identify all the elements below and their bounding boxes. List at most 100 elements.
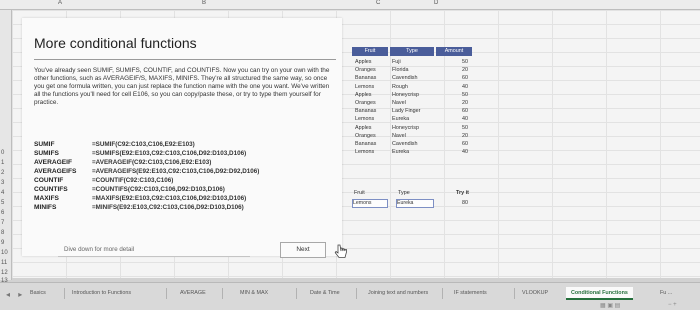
row-number[interactable]: 2 bbox=[1, 170, 11, 176]
tab-vlookup[interactable]: VLOOKUP bbox=[522, 287, 548, 300]
tab-separator bbox=[514, 288, 515, 299]
table-cell-fruit[interactable]: Oranges bbox=[355, 99, 376, 107]
tab-date-time[interactable]: Date & Time bbox=[310, 287, 340, 300]
table-header-type[interactable]: Type bbox=[390, 47, 434, 56]
table-cell-fruit[interactable]: Oranges bbox=[355, 66, 376, 74]
table-row: Oranges Florida 20 bbox=[352, 66, 472, 74]
function-formula[interactable]: =SUMIF(C92:C103,C106,E92:E103) bbox=[92, 140, 195, 149]
function-formula[interactable]: =MAXIFS(E92:E103,C92:C103,C106,D92:D103,… bbox=[92, 194, 246, 203]
tab-if-statements[interactable]: IF statements bbox=[454, 287, 487, 300]
table-cell-type[interactable]: Rough bbox=[392, 83, 408, 91]
function-name: COUNTIFS bbox=[34, 186, 68, 193]
table-cell-fruit[interactable]: Lemons bbox=[355, 83, 374, 91]
table-row: Oranges Navel 20 bbox=[352, 132, 472, 140]
row-number[interactable]: 0 bbox=[1, 150, 11, 156]
function-name: AVERAGEIF bbox=[34, 159, 72, 166]
table-cell-amount[interactable]: 20 bbox=[462, 99, 468, 107]
tab-conditional-functions[interactable]: Conditional Functions bbox=[566, 287, 633, 300]
function-formula[interactable]: =SUMIFS(E92:E103,C92:C103,C106,D92:D103,… bbox=[92, 149, 246, 158]
view-mode-icons[interactable]: ▦ ▣ ▤ bbox=[600, 302, 620, 310]
table-cell-amount[interactable]: 60 bbox=[462, 74, 468, 82]
row-number[interactable]: 8 bbox=[1, 230, 11, 236]
row-number[interactable]: 7 bbox=[1, 220, 11, 226]
table-cell-type[interactable]: Navel bbox=[392, 99, 406, 107]
tab-joining-text-and-numbers[interactable]: Joining text and numbers bbox=[368, 287, 428, 300]
table-header-fruit[interactable]: Fruit bbox=[352, 47, 388, 56]
function-formula[interactable]: =AVERAGEIF(C92:C103,C106,E92:E103) bbox=[92, 158, 211, 167]
row-number[interactable]: 4 bbox=[1, 190, 11, 196]
tab-basics[interactable]: Basics bbox=[30, 287, 46, 300]
table-cell-type[interactable]: Fuji bbox=[392, 58, 401, 66]
tab-separator bbox=[296, 288, 297, 299]
tab-separator bbox=[222, 288, 223, 299]
row-number[interactable]: 9 bbox=[1, 240, 11, 246]
table-cell-fruit[interactable]: Apples bbox=[355, 91, 371, 99]
row-number[interactable]: 1 bbox=[1, 160, 11, 166]
table-row: Bananas Cavendish 60 bbox=[352, 140, 472, 148]
tab-separator bbox=[64, 288, 65, 299]
table-cell-amount[interactable]: 20 bbox=[462, 132, 468, 140]
table-cell-fruit[interactable]: Bananas bbox=[355, 140, 376, 148]
next-button[interactable]: Next bbox=[280, 242, 326, 258]
row-number[interactable]: 10 bbox=[1, 250, 11, 256]
row-number[interactable]: 5 bbox=[1, 200, 11, 206]
function-formula[interactable]: =COUNTIF(C92:C103,C106) bbox=[92, 176, 173, 185]
table-cell-type[interactable]: Cavendish bbox=[392, 74, 417, 82]
row-number[interactable]: 12 bbox=[1, 270, 11, 276]
table-cell-amount[interactable]: 40 bbox=[462, 148, 468, 156]
sheet-tab-bar: ◂ ▸ Basics Introduction to Functions AVE… bbox=[0, 282, 700, 310]
column-header-strip: A B C D bbox=[0, 0, 700, 10]
table-cell-amount[interactable]: 20 bbox=[462, 66, 468, 74]
table-cell-type[interactable]: Eureka bbox=[392, 148, 409, 156]
table-cell-fruit[interactable]: Bananas bbox=[355, 107, 376, 115]
table-cell-amount[interactable]: 40 bbox=[462, 115, 468, 123]
dive-down-tip: Dive down for more detail bbox=[64, 246, 135, 253]
table-cell-fruit[interactable]: Apples bbox=[355, 124, 371, 132]
tab-min-max[interactable]: MIN & MAX bbox=[240, 287, 268, 300]
table-cell-amount[interactable]: 50 bbox=[462, 124, 468, 132]
table-cell-amount[interactable]: 40 bbox=[462, 83, 468, 91]
function-formula[interactable]: =MINIFS(E92:E103,C92:C103,C106,D92:D103,… bbox=[92, 203, 244, 212]
function-formula[interactable]: =AVERAGEIFS(E92:E103,C92:C103,C106,D92:D… bbox=[92, 167, 259, 176]
function-name: AVERAGEIFS bbox=[34, 168, 77, 175]
column-header-d[interactable]: D bbox=[434, 0, 438, 6]
table-cell-fruit[interactable]: Oranges bbox=[355, 132, 376, 140]
column-header-c[interactable]: C bbox=[376, 0, 380, 6]
zoom-icons[interactable]: − + bbox=[668, 302, 677, 310]
tab-fu[interactable]: Fu ... bbox=[660, 287, 672, 300]
table-row: Apples Honeycrisp 50 bbox=[352, 124, 472, 132]
table-cell-type[interactable]: Cavendish bbox=[392, 140, 417, 148]
row-number[interactable]: 6 bbox=[1, 210, 11, 216]
tab-separator bbox=[356, 288, 357, 299]
row-number[interactable]: 3 bbox=[1, 180, 11, 186]
table-cell-fruit[interactable]: Apples bbox=[355, 58, 371, 66]
sheet-nav-arrows-icon[interactable]: ◂ ▸ bbox=[6, 290, 25, 299]
table-cell-amount[interactable]: 50 bbox=[462, 91, 468, 99]
tab-introduction-to-functions[interactable]: Introduction to Functions bbox=[72, 287, 131, 300]
try-type-label: Type bbox=[398, 190, 410, 196]
try-it-label: Try it bbox=[456, 190, 469, 196]
tip-underline bbox=[58, 256, 250, 257]
table-cell-type[interactable]: Honeycrisp bbox=[392, 124, 419, 132]
table-cell-fruit[interactable]: Bananas bbox=[355, 74, 376, 82]
try-type-input[interactable]: Eureka bbox=[396, 199, 434, 208]
page-title: More conditional functions bbox=[34, 35, 197, 51]
try-it-result[interactable]: 80 bbox=[462, 199, 468, 208]
table-cell-type[interactable]: Florida bbox=[392, 66, 408, 74]
table-cell-amount[interactable]: 60 bbox=[462, 140, 468, 148]
table-cell-type[interactable]: Honeycrisp bbox=[392, 91, 419, 99]
table-cell-fruit[interactable]: Lemons bbox=[355, 115, 374, 123]
table-header-amount[interactable]: Amount bbox=[436, 47, 472, 56]
column-header-b[interactable]: B bbox=[202, 0, 206, 6]
tab-average[interactable]: AVERAGE bbox=[180, 287, 206, 300]
table-cell-type[interactable]: Navel bbox=[392, 132, 406, 140]
try-fruit-input[interactable]: Lemons bbox=[352, 199, 388, 208]
table-cell-fruit[interactable]: Lemons bbox=[355, 148, 374, 156]
function-formula[interactable]: =COUNTIFS(C92:C103,C106,D92:D103,D106) bbox=[92, 185, 225, 194]
table-cell-amount[interactable]: 50 bbox=[462, 58, 468, 66]
row-number[interactable]: 11 bbox=[1, 260, 11, 266]
column-header-a[interactable]: A bbox=[58, 0, 62, 6]
table-cell-type[interactable]: Lady Finger bbox=[392, 107, 420, 115]
table-cell-type[interactable]: Eureka bbox=[392, 115, 409, 123]
table-cell-amount[interactable]: 60 bbox=[462, 107, 468, 115]
